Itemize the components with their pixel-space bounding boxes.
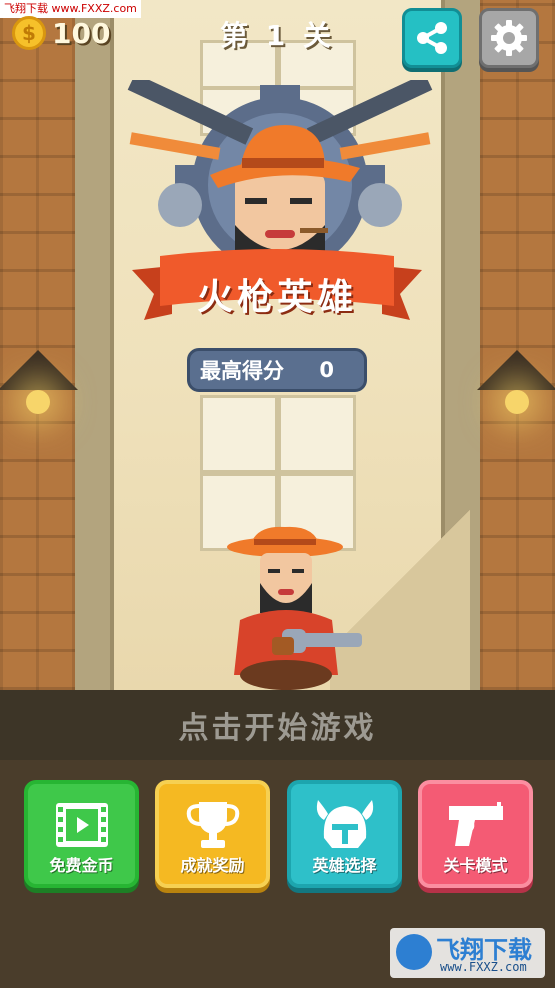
hero-select-label: 英雄选择 (312, 856, 377, 875)
pistol-icon (448, 802, 503, 846)
helmet-icon (316, 800, 373, 848)
watermark-logo-url: www.FXXZ.com (440, 960, 527, 974)
share-button[interactable] (402, 8, 462, 68)
film-icon (55, 803, 108, 847)
high-score-value: 0 (319, 358, 334, 382)
free-coins-label: 免费金币 (49, 856, 114, 875)
hero-select-button[interactable]: 英雄选择 (287, 780, 402, 888)
game-title: 火枪英雄 (196, 277, 357, 318)
free-coins-button[interactable]: 免费金币 (24, 780, 139, 888)
high-score-label: 最高得分 (200, 359, 284, 383)
high-score-panel: 最高得分 0 (187, 348, 367, 392)
achievements-label: 成就奖励 (180, 856, 245, 875)
wall-lamp-right (477, 350, 555, 414)
hero-character (227, 526, 362, 690)
start-game-text: 点击开始游戏 (178, 711, 377, 746)
trophy-icon (186, 802, 239, 848)
pillar-left (75, 0, 114, 690)
start-game-bar[interactable]: 点击开始游戏 (0, 690, 555, 760)
share-icon (417, 22, 447, 54)
achievements-button[interactable]: 成就奖励 (155, 780, 270, 888)
settings-button[interactable] (479, 8, 539, 68)
level-mode-label: 关卡模式 (443, 856, 508, 875)
level-title: 第 1 关 (220, 19, 335, 52)
brick-wall-right (480, 0, 555, 690)
wall-lamp-left (0, 350, 78, 414)
game-screen: 飞翔下载 www.FXXZ.com $ 100 第 1 关 火枪英雄 最高得分 … (0, 0, 555, 988)
brick-wall-left (0, 0, 75, 690)
fxxz-logo-icon (396, 934, 432, 970)
watermark-logo: 飞翔下载 www.FXXZ.com (390, 928, 545, 978)
level-mode-button[interactable]: 关卡模式 (418, 780, 533, 888)
gear-icon (491, 20, 527, 56)
